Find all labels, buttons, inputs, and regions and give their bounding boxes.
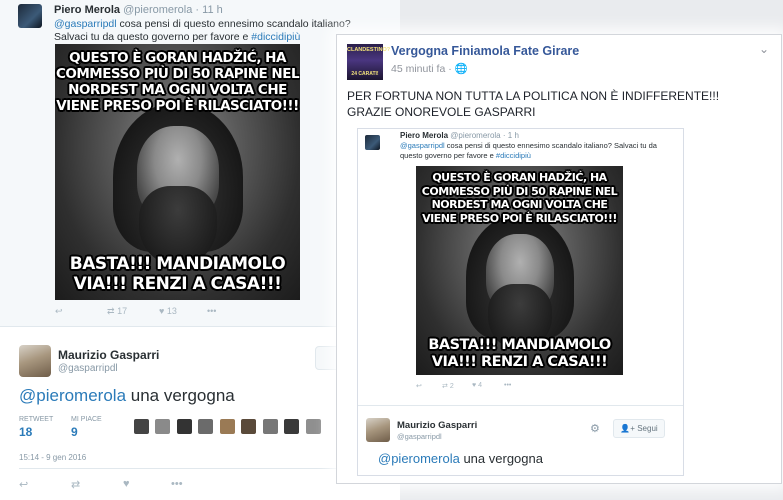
tweet-text: @gasparripdl cosa pensi di questo ennesi… [400, 141, 670, 161]
heart-icon: ♥ [472, 382, 477, 389]
post-text-line: PER FORTUNA NON TUTTA LA POLITICA NON È … [347, 89, 720, 103]
post-time-text: 45 minuti fa [391, 63, 446, 75]
user-name[interactable]: Piero Merola [54, 4, 120, 16]
like-count: 13 [166, 306, 177, 316]
tweet-actions: ↩ ⇄ 17 ♥ 13 ••• [55, 306, 315, 320]
liker-avatar[interactable] [262, 419, 278, 434]
reply-icon[interactable]: ↩ [55, 306, 63, 317]
tweet-header: Piero Merola @pieromerola · 11 h [54, 4, 223, 16]
like-count: 4 [478, 382, 483, 389]
tweet-text: @gasparripdl cosa pensi di questo ennesi… [54, 18, 374, 44]
mention-link[interactable]: @gasparripdl [54, 18, 117, 30]
page-name[interactable]: Vergogna Finiamola Fate Girare [391, 44, 579, 58]
screenshot-root: Piero Merola @pieromerola · 11 h @gaspar… [0, 0, 783, 500]
like-stat: ♥ 4 [472, 382, 482, 389]
follow-icon: 👤+ [620, 424, 635, 433]
hashtag-link[interactable]: #diccidipiù [251, 31, 300, 43]
more-icon[interactable]: ••• [207, 306, 216, 316]
meme-bottom-text: BASTA!!! MANDIAMOLO VIA!!! RENZI A CASA!… [428, 337, 611, 370]
mention-link: @pieromerola [378, 451, 460, 466]
liker-avatar[interactable] [219, 419, 235, 434]
user-handle[interactable]: @pieromerola [123, 4, 192, 16]
more-icon[interactable]: ••• [171, 478, 183, 490]
tweet-time: 1 h [507, 131, 519, 140]
chevron-down-icon[interactable]: ⌄ [759, 42, 769, 56]
heart-icon[interactable]: ♥ [123, 478, 130, 490]
like-button[interactable]: ♥ 13 [159, 306, 177, 316]
tweet-header: Piero Merola @pieromerola · 1 h [400, 131, 519, 140]
user-name: Maurizio Gasparri [397, 420, 478, 431]
page-avatar[interactable]: CLANDESTINO? 24 CARATI! [347, 44, 391, 80]
likes-count[interactable]: 9 [71, 425, 78, 439]
embedded-tweet-gasparri: Maurizio Gasparri @gasparripdl ⚙ 👤+ Segu… [358, 405, 683, 475]
user-name[interactable]: Maurizio Gasparri [58, 348, 159, 362]
tweet-date[interactable]: 15:14 - 9 gen 2016 [19, 453, 86, 462]
separator: · [195, 4, 200, 16]
globe-icon: 🌐 [454, 63, 468, 75]
tweet-text: @pieromerola una vergogna [19, 386, 235, 406]
retweet-count[interactable]: 18 [19, 425, 32, 439]
tweet-body: una vergogna [459, 451, 543, 466]
avatar-text-top: CLANDESTINO? [347, 47, 391, 53]
retweet-icon[interactable]: ⇄ [71, 478, 80, 491]
post-time[interactable]: 45 minuti fa · 🌐 [391, 62, 468, 75]
liker-avatar[interactable] [176, 419, 192, 434]
separator: · [502, 131, 506, 140]
likes-label: MI PIACE [71, 416, 102, 423]
follow-button: 👤+ Segui [613, 419, 665, 438]
post-text: PER FORTUNA NON TUTTA LA POLITICA NON È … [347, 88, 767, 120]
retweet-button[interactable]: ⇄ 17 [107, 306, 127, 317]
avatar [365, 135, 380, 150]
liker-avatars [134, 419, 323, 439]
meme-image[interactable]: Questo è Goran Hadžić, ha commesso più d… [55, 44, 300, 300]
liker-avatar[interactable] [134, 419, 149, 434]
meme-top-text: Questo è Goran Hadžić, ha commesso più d… [421, 171, 618, 225]
tweet-stats: RETWEET 18 MI PIACE 9 [19, 416, 389, 446]
avatar[interactable] [18, 4, 42, 28]
retweet-icon: ⇄ [107, 306, 115, 316]
liker-avatar[interactable] [241, 419, 257, 434]
avatar[interactable] [19, 345, 51, 377]
reply-icon: ↩ [416, 383, 422, 390]
gear-icon: ⚙ [590, 423, 600, 435]
mention-link[interactable]: @pieromerola [19, 386, 126, 405]
user-handle[interactable]: @gasparripdl [58, 363, 118, 374]
hashtag-link: #diccidipiù [495, 151, 531, 160]
user-handle: @pieromerola [450, 131, 501, 140]
meme-top-text: Questo è Goran Hadžić, ha commesso più d… [55, 50, 300, 114]
tweet-text: @pieromerola una vergogna [378, 451, 543, 466]
retweet-count: 17 [117, 306, 128, 316]
meme-bottom-text: BASTA!!! MANDIAMOLO VIA!!! RENZI A CASA!… [69, 254, 286, 294]
embedded-tweet-piero: Piero Merola @pieromerola · 1 h @gasparr… [358, 129, 683, 397]
liker-avatar[interactable] [284, 419, 300, 434]
heart-icon: ♥ [159, 306, 165, 316]
liker-avatar[interactable] [198, 419, 214, 434]
follow-label: Segui [637, 424, 658, 433]
liker-avatar[interactable] [305, 419, 321, 434]
avatar [366, 418, 390, 442]
mention-link: @gasparripdl [400, 141, 445, 150]
liker-avatar[interactable] [155, 419, 171, 434]
more-icon: ••• [504, 382, 512, 389]
tweet-body: una vergogna [126, 386, 235, 405]
retweet-icon: ⇄ [442, 383, 448, 390]
divider [19, 468, 389, 469]
retweet-label: RETWEET [19, 416, 54, 423]
tweet-time[interactable]: 11 h [202, 4, 223, 16]
retweet-count: 2 [449, 383, 454, 390]
user-name: Piero Merola [400, 131, 449, 140]
facebook-post: CLANDESTINO? 24 CARATI! Vergogna Finiamo… [336, 34, 782, 484]
embedded-screenshot[interactable]: Piero Merola @pieromerola · 1 h @gasparr… [357, 128, 684, 476]
reply-icon[interactable]: ↩ [19, 478, 28, 491]
meme-image: Questo è Goran Hadžić, ha commesso più d… [416, 166, 623, 375]
post-text-line: GRAZIE ONOREVOLE GASPARRI [347, 105, 536, 119]
avatar-text-bottom: 24 CARATI! [351, 71, 379, 77]
retweet-stat: ⇄ 2 [442, 382, 454, 390]
user-handle: @gasparripdl [397, 432, 442, 441]
